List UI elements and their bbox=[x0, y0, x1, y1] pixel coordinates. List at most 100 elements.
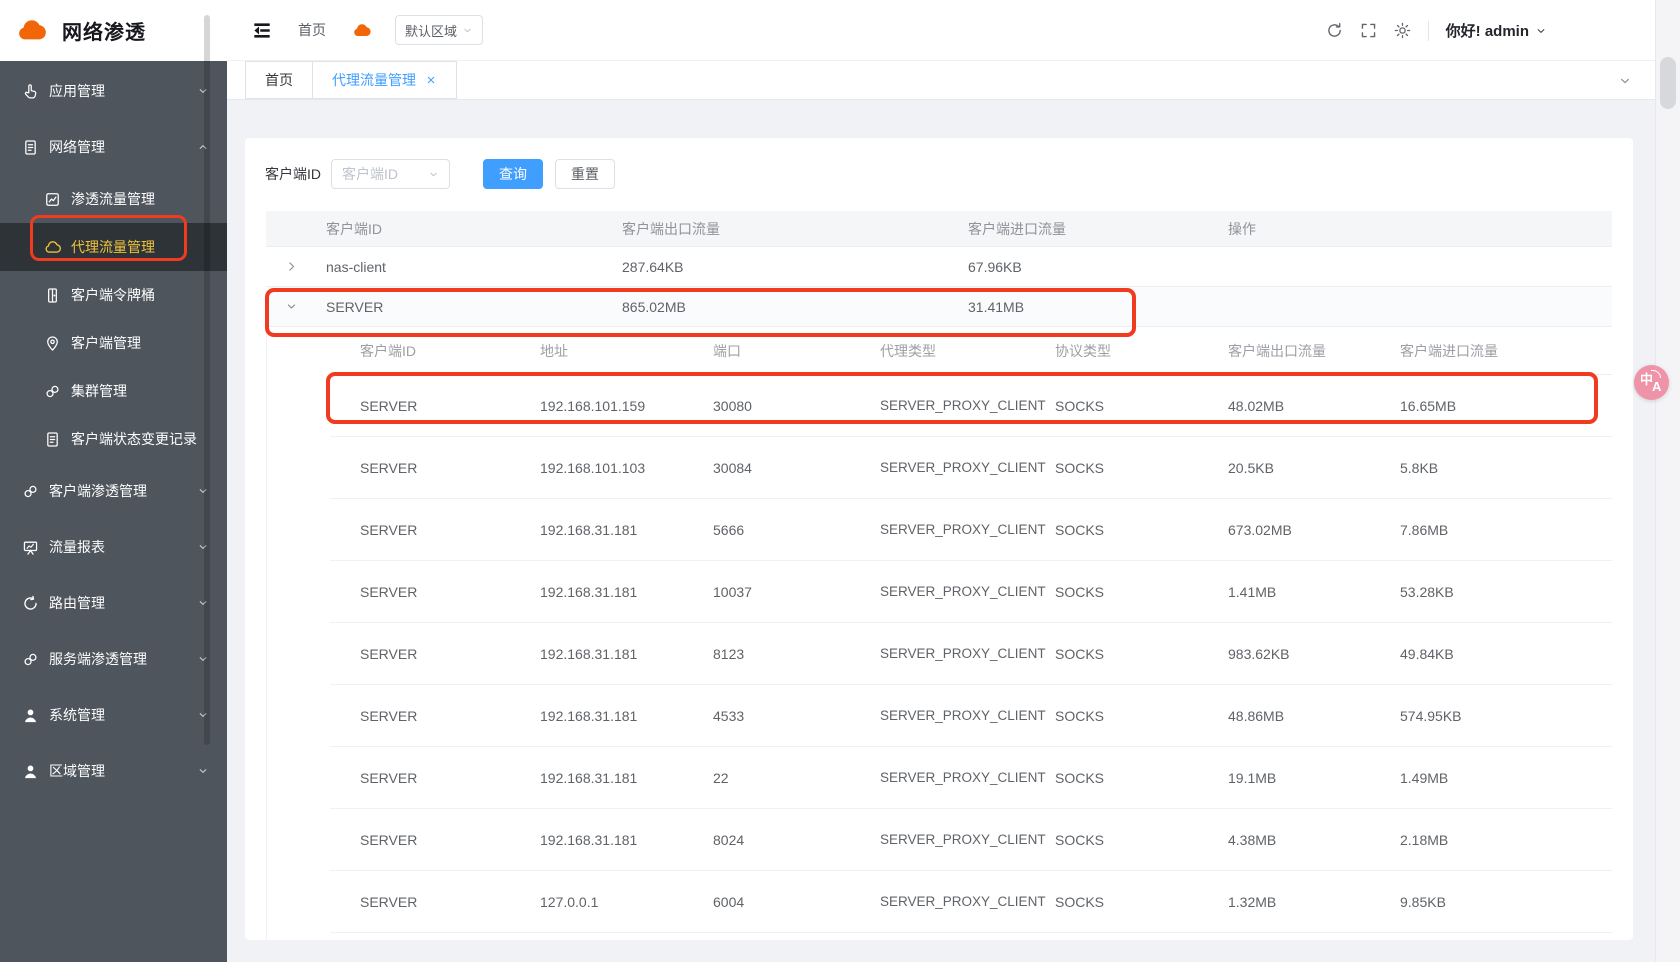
port-cell: 8024 bbox=[683, 832, 850, 848]
translate-badge-icon[interactable]: 中 A bbox=[1634, 365, 1669, 400]
sidebar-item[interactable]: 集群管理 bbox=[0, 367, 227, 415]
chevron-right-icon[interactable] bbox=[285, 260, 298, 273]
proxy-type-cell: SERVER_PROXY_CLIENT bbox=[850, 891, 1025, 912]
sidebar-item-label: 路由管理 bbox=[49, 593, 105, 613]
sidebar-item[interactable]: 代理流量管理 bbox=[0, 223, 227, 271]
search-button[interactable]: 查询 bbox=[483, 159, 543, 189]
protocol-cell: SOCKS bbox=[1025, 398, 1198, 414]
brand-cloud-icon bbox=[9, 15, 53, 46]
board-icon bbox=[22, 539, 39, 556]
nested-header-row: 客户端ID 地址 端口 代理类型 协议类型 客户端出口流量 客户端进口流量 bbox=[330, 327, 1612, 375]
sidebar-item[interactable]: 系统管理 bbox=[0, 687, 227, 743]
close-icon[interactable] bbox=[425, 74, 437, 86]
address-cell: 192.168.31.181 bbox=[510, 708, 683, 724]
nested-table-row: SERVER 192.168.31.181 10037 SERVER_PROXY… bbox=[330, 561, 1612, 623]
chevron-down-icon bbox=[428, 169, 439, 180]
topbar-actions: 你好! admin bbox=[1326, 0, 1547, 61]
column-header: 客户端ID bbox=[316, 219, 612, 239]
client-id-cell: SERVER bbox=[330, 894, 510, 910]
tab[interactable]: 代理流量管理 bbox=[312, 61, 457, 99]
client-id-cell: SERVER bbox=[330, 832, 510, 848]
cluster-icon bbox=[22, 651, 39, 668]
sidebar-item[interactable]: 服务端渗透管理 bbox=[0, 631, 227, 687]
nested-traffic-table: 客户端ID 地址 端口 代理类型 协议类型 客户端出口流量 客户端进口流量 bbox=[330, 327, 1612, 933]
protocol-cell: SOCKS bbox=[1025, 646, 1198, 662]
sidebar-item[interactable]: 客户端状态变更记录 bbox=[0, 415, 227, 463]
protocol-cell: SOCKS bbox=[1025, 522, 1198, 538]
column-header: 客户端进口流量 bbox=[958, 219, 1218, 239]
table-body: nas-client 287.64KB 67.96KB SERVER bbox=[266, 247, 1612, 327]
cluster-icon bbox=[44, 383, 61, 400]
content-card: 客户端ID 客户端ID 查询 重置 客户端ID 客户端出口流量 客户端进口流量 bbox=[245, 138, 1633, 940]
nested-table-row: SERVER 192.168.31.181 5666 SERVER_PROXY_… bbox=[330, 499, 1612, 561]
in-traffic-cell: 67.96KB bbox=[958, 259, 1218, 275]
nested-table-row: SERVER 192.168.101.159 30080 SERVER_PROX… bbox=[330, 375, 1612, 437]
theme-sun-icon[interactable] bbox=[1394, 22, 1411, 39]
sidebar-item[interactable]: 网络管理 bbox=[0, 119, 227, 175]
proxy-type-cell: SERVER_PROXY_CLIENT bbox=[850, 457, 1025, 478]
fullscreen-icon[interactable] bbox=[1360, 22, 1377, 39]
main-area: 首页 默认区域 你好! admin 首页 bbox=[227, 0, 1680, 962]
client-id-cell: SERVER bbox=[330, 522, 510, 538]
protocol-cell: SOCKS bbox=[1025, 708, 1198, 724]
protocol-cell: SOCKS bbox=[1025, 770, 1198, 786]
page-scrollbar-thumb[interactable] bbox=[1660, 57, 1676, 109]
address-cell: 192.168.31.181 bbox=[510, 646, 683, 662]
region-cloud-icon bbox=[348, 21, 375, 40]
sidebar-item[interactable]: 客户端令牌桶 bbox=[0, 271, 227, 319]
table-row[interactable]: SERVER 865.02MB 31.41MB bbox=[266, 287, 1612, 327]
sidebar-item[interactable]: 客户端渗透管理 bbox=[0, 463, 227, 519]
client-id-cell: SERVER bbox=[330, 460, 510, 476]
sidebar-item[interactable]: 客户端管理 bbox=[0, 319, 227, 367]
reset-button[interactable]: 重置 bbox=[555, 159, 615, 189]
client-id-label: 客户端ID bbox=[265, 164, 321, 184]
out-traffic-cell: 48.86MB bbox=[1198, 708, 1370, 724]
sidebar-item-label: 客户端渗透管理 bbox=[49, 481, 147, 501]
nested-table-row: SERVER 192.168.31.181 8123 SERVER_PROXY_… bbox=[330, 623, 1612, 685]
sidebar-scrollbar-thumb[interactable] bbox=[204, 15, 210, 745]
out-traffic-cell: 287.64KB bbox=[612, 259, 958, 275]
client-id-select[interactable]: 客户端ID bbox=[331, 159, 450, 189]
port-cell: 5666 bbox=[683, 522, 850, 538]
sidebar-item[interactable]: 应用管理 bbox=[0, 63, 227, 119]
nested-table-row: SERVER 192.168.101.103 30084 SERVER_PROX… bbox=[330, 437, 1612, 499]
tab-label: 首页 bbox=[265, 70, 293, 90]
tab-options-chevron-icon[interactable] bbox=[1618, 74, 1632, 88]
client-id-cell: SERVER bbox=[330, 398, 510, 414]
in-traffic-cell: 9.85KB bbox=[1370, 894, 1612, 910]
sidebar-item-label: 服务端渗透管理 bbox=[49, 649, 147, 669]
protocol-cell: SOCKS bbox=[1025, 584, 1198, 600]
sidebar-item[interactable]: 渗透流量管理 bbox=[0, 175, 227, 223]
query-form: 客户端ID 客户端ID 查询 重置 bbox=[265, 159, 615, 189]
expand-cell bbox=[266, 300, 316, 313]
tab[interactable]: 首页 bbox=[245, 61, 313, 99]
sidebar-item[interactable]: 流量报表 bbox=[0, 519, 227, 575]
in-traffic-cell: 49.84KB bbox=[1370, 646, 1612, 662]
page-scrollbar-track[interactable] bbox=[1655, 0, 1680, 962]
region-select-value: 默认区域 bbox=[405, 21, 457, 40]
sidebar: 网络渗透 应用管理 网络管理 渗透流量管理 bbox=[0, 0, 227, 962]
client-id-cell: SERVER bbox=[330, 646, 510, 662]
pin-icon bbox=[44, 335, 61, 352]
proxy-type-cell: SERVER_PROXY_CLIENT bbox=[850, 581, 1025, 602]
chevron-down-icon[interactable] bbox=[285, 300, 298, 313]
sidebar-item[interactable]: 路由管理 bbox=[0, 575, 227, 631]
nested-table-row: SERVER 192.168.31.181 22 SERVER_PROXY_CL… bbox=[330, 747, 1612, 809]
sidebar-item-label: 客户端令牌桶 bbox=[71, 285, 155, 305]
table-row[interactable]: nas-client 287.64KB 67.96KB bbox=[266, 247, 1612, 287]
region-select[interactable]: 默认区域 bbox=[395, 15, 483, 45]
port-cell: 6004 bbox=[683, 894, 850, 910]
user-menu[interactable]: 你好! admin bbox=[1446, 20, 1547, 41]
breadcrumb[interactable]: 首页 bbox=[298, 20, 326, 40]
sidebar-item-label: 应用管理 bbox=[49, 81, 105, 101]
hand-icon bbox=[22, 83, 39, 100]
protocol-cell: SOCKS bbox=[1025, 894, 1198, 910]
sidebar-item-label: 渗透流量管理 bbox=[71, 189, 155, 209]
out-traffic-cell: 20.5KB bbox=[1198, 460, 1370, 476]
refresh-icon[interactable] bbox=[1326, 22, 1343, 39]
sidebar-item[interactable]: 区域管理 bbox=[0, 743, 227, 799]
chart-icon bbox=[44, 191, 61, 208]
out-traffic-cell: 48.02MB bbox=[1198, 398, 1370, 414]
menu-fold-icon[interactable] bbox=[250, 21, 274, 40]
in-traffic-cell: 1.49MB bbox=[1370, 770, 1612, 786]
